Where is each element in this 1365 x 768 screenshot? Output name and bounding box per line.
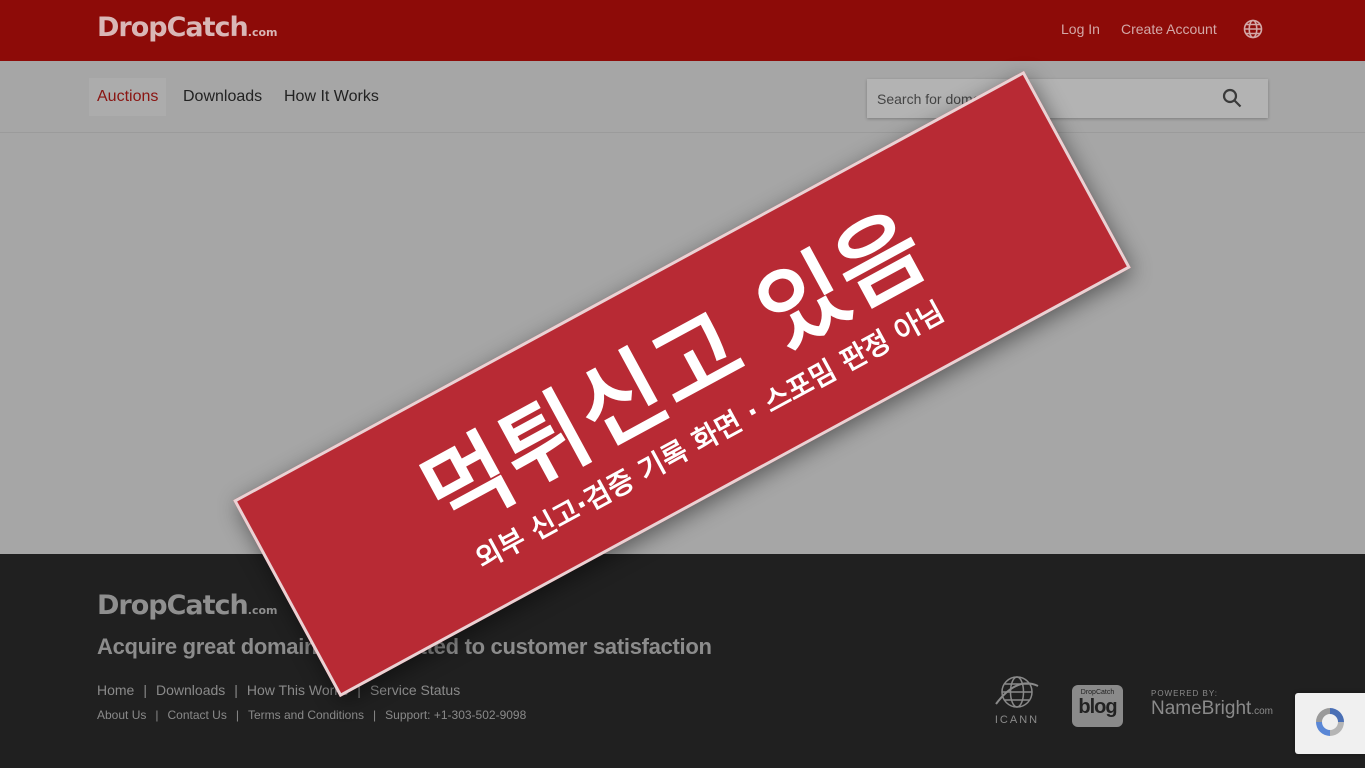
nav-downloads[interactable]: Downloads [183,88,262,106]
create-account-link[interactable]: Create Account [1121,21,1217,37]
nav-bar: Auctions Downloads How It Works [0,61,1365,133]
icann-text: ICANN [994,714,1040,726]
footer-logo-text: DropCatch [97,590,249,621]
footer-link-service-status[interactable]: Service Status [370,682,460,698]
globe-icon[interactable] [1243,19,1263,39]
footer-logo-suffix: .com [247,604,278,617]
nav-how-it-works[interactable]: How It Works [284,88,379,106]
dropcatch-blog-logo[interactable]: DropCatch blog [1072,685,1123,727]
namebright-logo[interactable]: POWERED BY: NameBright.com [1151,689,1273,729]
separator: | [234,682,238,698]
namebright-name-text: NameBright [1151,698,1252,719]
nav-auctions[interactable]: Auctions [89,78,167,116]
footer-secondary-links: About Us | Contact Us | Terms and Conditions… [97,708,526,722]
footer-link-downloads[interactable]: Downloads [156,682,225,698]
footer-link-contact-us[interactable]: Contact Us [167,708,226,722]
dropcatch-logo[interactable]: DropCatch.com [97,12,278,43]
search-icon[interactable] [1221,87,1243,109]
footer-logo[interactable]: DropCatch.com [97,590,278,621]
footer-link-support[interactable]: Support: +1-303-502-9098 [385,708,526,722]
separator: | [235,708,239,722]
logo-suffix: .com [247,26,278,39]
footer-link-home[interactable]: Home [97,682,134,698]
namebright-powered-by: POWERED BY: [1151,689,1219,698]
logo-text: DropCatch [97,12,249,43]
search-box [867,79,1268,118]
footer-link-terms[interactable]: Terms and Conditions [248,708,364,722]
namebright-name: NameBright.com [1151,698,1273,720]
separator: | [143,682,147,698]
top-bar: DropCatch.com Log In Create Account [0,0,1365,61]
blog-big-text: blog [1078,696,1117,718]
recaptcha-icon [1316,708,1344,736]
footer-primary-links: Home | Downloads | How This Works | Service St… [97,682,460,698]
footer: DropCatch.com Acquire great domains | Co… [0,554,1365,768]
blog-small-text: DropCatch [1080,689,1115,696]
login-link[interactable]: Log In [1061,21,1100,37]
separator: | [373,708,377,722]
icann-logo[interactable]: ICANN [990,672,1044,728]
recaptcha-badge[interactable] [1295,693,1365,754]
footer-link-about-us[interactable]: About Us [97,708,146,722]
namebright-suffix: .com [1251,706,1273,717]
separator: | [155,708,159,722]
